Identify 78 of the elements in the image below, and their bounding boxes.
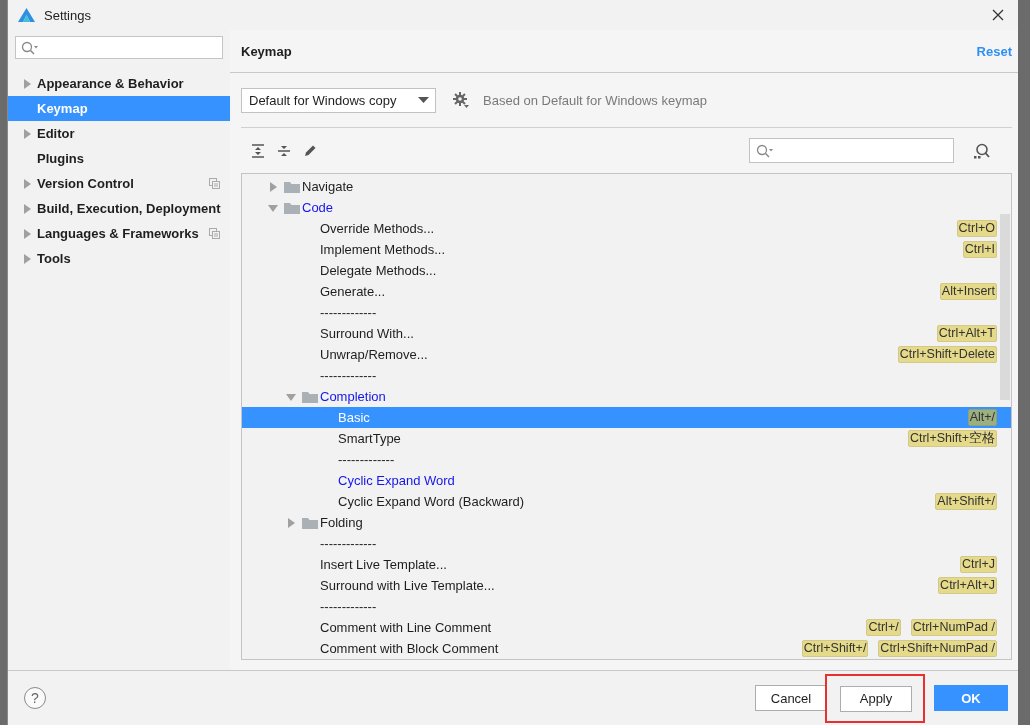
tree-row[interactable]: Code — [242, 197, 1011, 218]
tree-row[interactable]: Comment with Block Comment Ctrl+Shift+/ Ctrl+Shift+NumPad / — [242, 638, 1011, 659]
folder-icon — [302, 390, 318, 403]
shortcut-badge: Alt+Insert — [939, 283, 997, 300]
folder-icon — [284, 180, 300, 193]
tree-row[interactable]: Navigate — [242, 176, 1011, 197]
separator-text: ------------- — [338, 452, 396, 467]
dialog-button[interactable]: Apply — [840, 685, 912, 712]
sidebar-item[interactable]: Languages & Frameworks — [8, 221, 230, 246]
separator-text: ------------- — [320, 599, 378, 614]
tree-row[interactable]: Basic Alt+/ — [242, 407, 1011, 428]
search-field[interactable] — [15, 36, 223, 59]
shortcut-badge: Ctrl+O — [956, 220, 997, 237]
tree-row[interactable]: Delegate Methods... — [242, 260, 1011, 281]
expand-arrow-icon — [22, 127, 32, 140]
tree-row[interactable]: Completion — [242, 386, 1011, 407]
dropdown-caret-icon — [418, 97, 429, 103]
expand-arrow-icon — [22, 177, 32, 190]
tree-row[interactable]: Cyclic Expand Word — [242, 470, 1011, 491]
separator-text: ------------- — [320, 305, 378, 320]
search-icon — [21, 40, 39, 55]
project-level-icon — [209, 228, 220, 239]
help-button[interactable]: ? — [24, 687, 46, 709]
separator-text: ------------- — [320, 368, 378, 383]
scrollbar-thumb[interactable] — [1000, 214, 1010, 400]
panel-title: Keymap — [241, 43, 292, 59]
shortcut-badge: Ctrl+Shift+Delete — [897, 346, 997, 363]
search-field[interactable] — [749, 138, 954, 163]
shortcut-badge: Ctrl+Alt+J — [938, 577, 997, 594]
sidebar-item[interactable]: Plugins — [8, 146, 230, 171]
tree-row[interactable]: Unwrap/Remove... Ctrl+Shift+Delete — [242, 344, 1011, 365]
shortcut-badge: Ctrl+Shift+NumPad / — [878, 640, 997, 657]
shortcut-badge: Alt+Shift+/ — [935, 493, 997, 510]
expand-arrow-icon[interactable] — [286, 516, 296, 529]
sidebar-item[interactable]: Version Control — [8, 171, 230, 196]
pencil-icon[interactable] — [303, 143, 317, 158]
tree-row[interactable]: Implement Methods... Ctrl+I — [242, 239, 1011, 260]
app-logo-icon — [18, 8, 35, 22]
tree-row[interactable]: Surround with Live Template... Ctrl+Alt+J — [242, 575, 1011, 596]
close-icon[interactable] — [992, 9, 1004, 21]
expand-arrow-icon — [22, 227, 32, 240]
folder-icon — [302, 516, 318, 529]
shortcut-badge: Alt+/ — [967, 409, 997, 426]
tree-row[interactable]: Surround With... Ctrl+Alt+T — [242, 323, 1011, 344]
tree-row[interactable]: Insert Live Template... Ctrl+J — [242, 554, 1011, 575]
shortcut-badge: Ctrl+Shift+/ — [801, 640, 869, 657]
separator-text: ------------- — [320, 536, 378, 551]
expand-all-icon[interactable] — [251, 143, 265, 158]
expand-arrow-icon[interactable] — [268, 180, 278, 193]
expand-arrow-icon — [22, 77, 32, 90]
tree-row[interactable]: Generate... Alt+Insert — [242, 281, 1011, 302]
tree-row[interactable]: Override Methods... Ctrl+O — [242, 218, 1011, 239]
find-shortcut-icon[interactable] — [974, 142, 990, 159]
keymap-dropdown[interactable]: Default for Windows copy — [241, 87, 436, 113]
tree-row[interactable]: SmartType Ctrl+Shift+空格 — [242, 428, 1011, 449]
sidebar-item[interactable]: Build, Execution, Deployment — [8, 196, 230, 221]
shortcut-badge: Ctrl+Shift+空格 — [907, 430, 997, 447]
expand-arrow-icon — [22, 252, 32, 265]
collapse-all-icon[interactable] — [277, 143, 291, 158]
gear-icon[interactable] — [453, 92, 469, 108]
shortcut-badge: Ctrl+Alt+T — [936, 325, 997, 342]
window-title: Settings — [44, 7, 92, 23]
shortcut-badge: Ctrl+NumPad / — [910, 619, 997, 636]
sidebar-item[interactable]: Editor — [8, 121, 230, 146]
folder-icon — [284, 201, 300, 214]
sidebar-item[interactable]: Appearance & Behavior — [8, 71, 230, 96]
sidebar-item[interactable]: Tools — [8, 246, 230, 271]
project-level-icon — [209, 178, 220, 189]
expand-arrow-icon — [22, 202, 32, 215]
tree-row[interactable]: Cyclic Expand Word (Backward) Alt+Shift+/ — [242, 491, 1011, 512]
tree-row[interactable]: Folding — [242, 512, 1011, 533]
search-icon — [756, 143, 774, 158]
dialog-button[interactable]: Cancel — [755, 685, 827, 711]
tree-row[interactable]: Comment with Line Comment Ctrl+/ Ctrl+NumPad / — [242, 617, 1011, 638]
based-on-text: Based on Default for Windows keymap — [483, 92, 707, 108]
shortcut-badge: Ctrl+/ — [866, 619, 901, 636]
shortcut-badge: Ctrl+J — [960, 556, 997, 573]
shortcut-badge: Ctrl+I — [962, 241, 997, 258]
